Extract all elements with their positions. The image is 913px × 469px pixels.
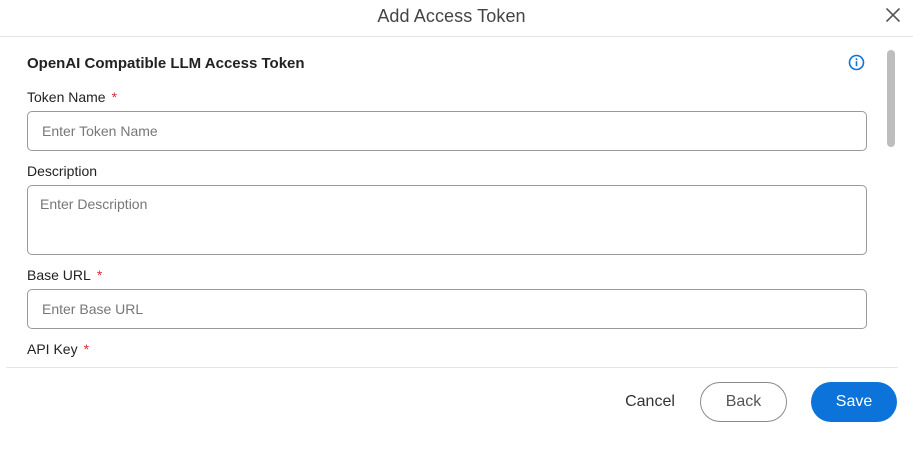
description-textarea[interactable] [27,185,867,255]
close-button[interactable] [883,5,903,25]
footer-divider [6,367,898,368]
info-icon[interactable] [848,54,865,71]
required-marker: * [83,341,90,357]
api-key-label: API Key * [27,341,89,357]
base-url-label: Base URL * [27,267,102,283]
token-name-label: Token Name * [27,89,117,105]
token-name-input[interactable] [27,111,867,151]
dialog-title: Add Access Token [377,6,526,26]
required-marker: * [111,89,118,105]
description-label: Description [27,163,98,179]
cancel-button[interactable]: Cancel [612,383,688,421]
close-icon [886,8,900,22]
scrollbar-thumb[interactable] [887,50,895,147]
dialog-header: Add Access Token [0,0,913,37]
back-button[interactable]: Back [700,382,787,422]
base-url-label-text: Base URL [27,267,91,283]
required-marker: * [96,267,103,283]
dialog-body: OpenAI Compatible LLM Access Token Token… [0,38,913,367]
save-button[interactable]: Save [811,382,897,422]
token-name-label-text: Token Name [27,89,106,105]
api-key-label-text: API Key [27,341,78,357]
section-title: OpenAI Compatible LLM Access Token [27,55,305,72]
base-url-input[interactable] [27,289,867,329]
